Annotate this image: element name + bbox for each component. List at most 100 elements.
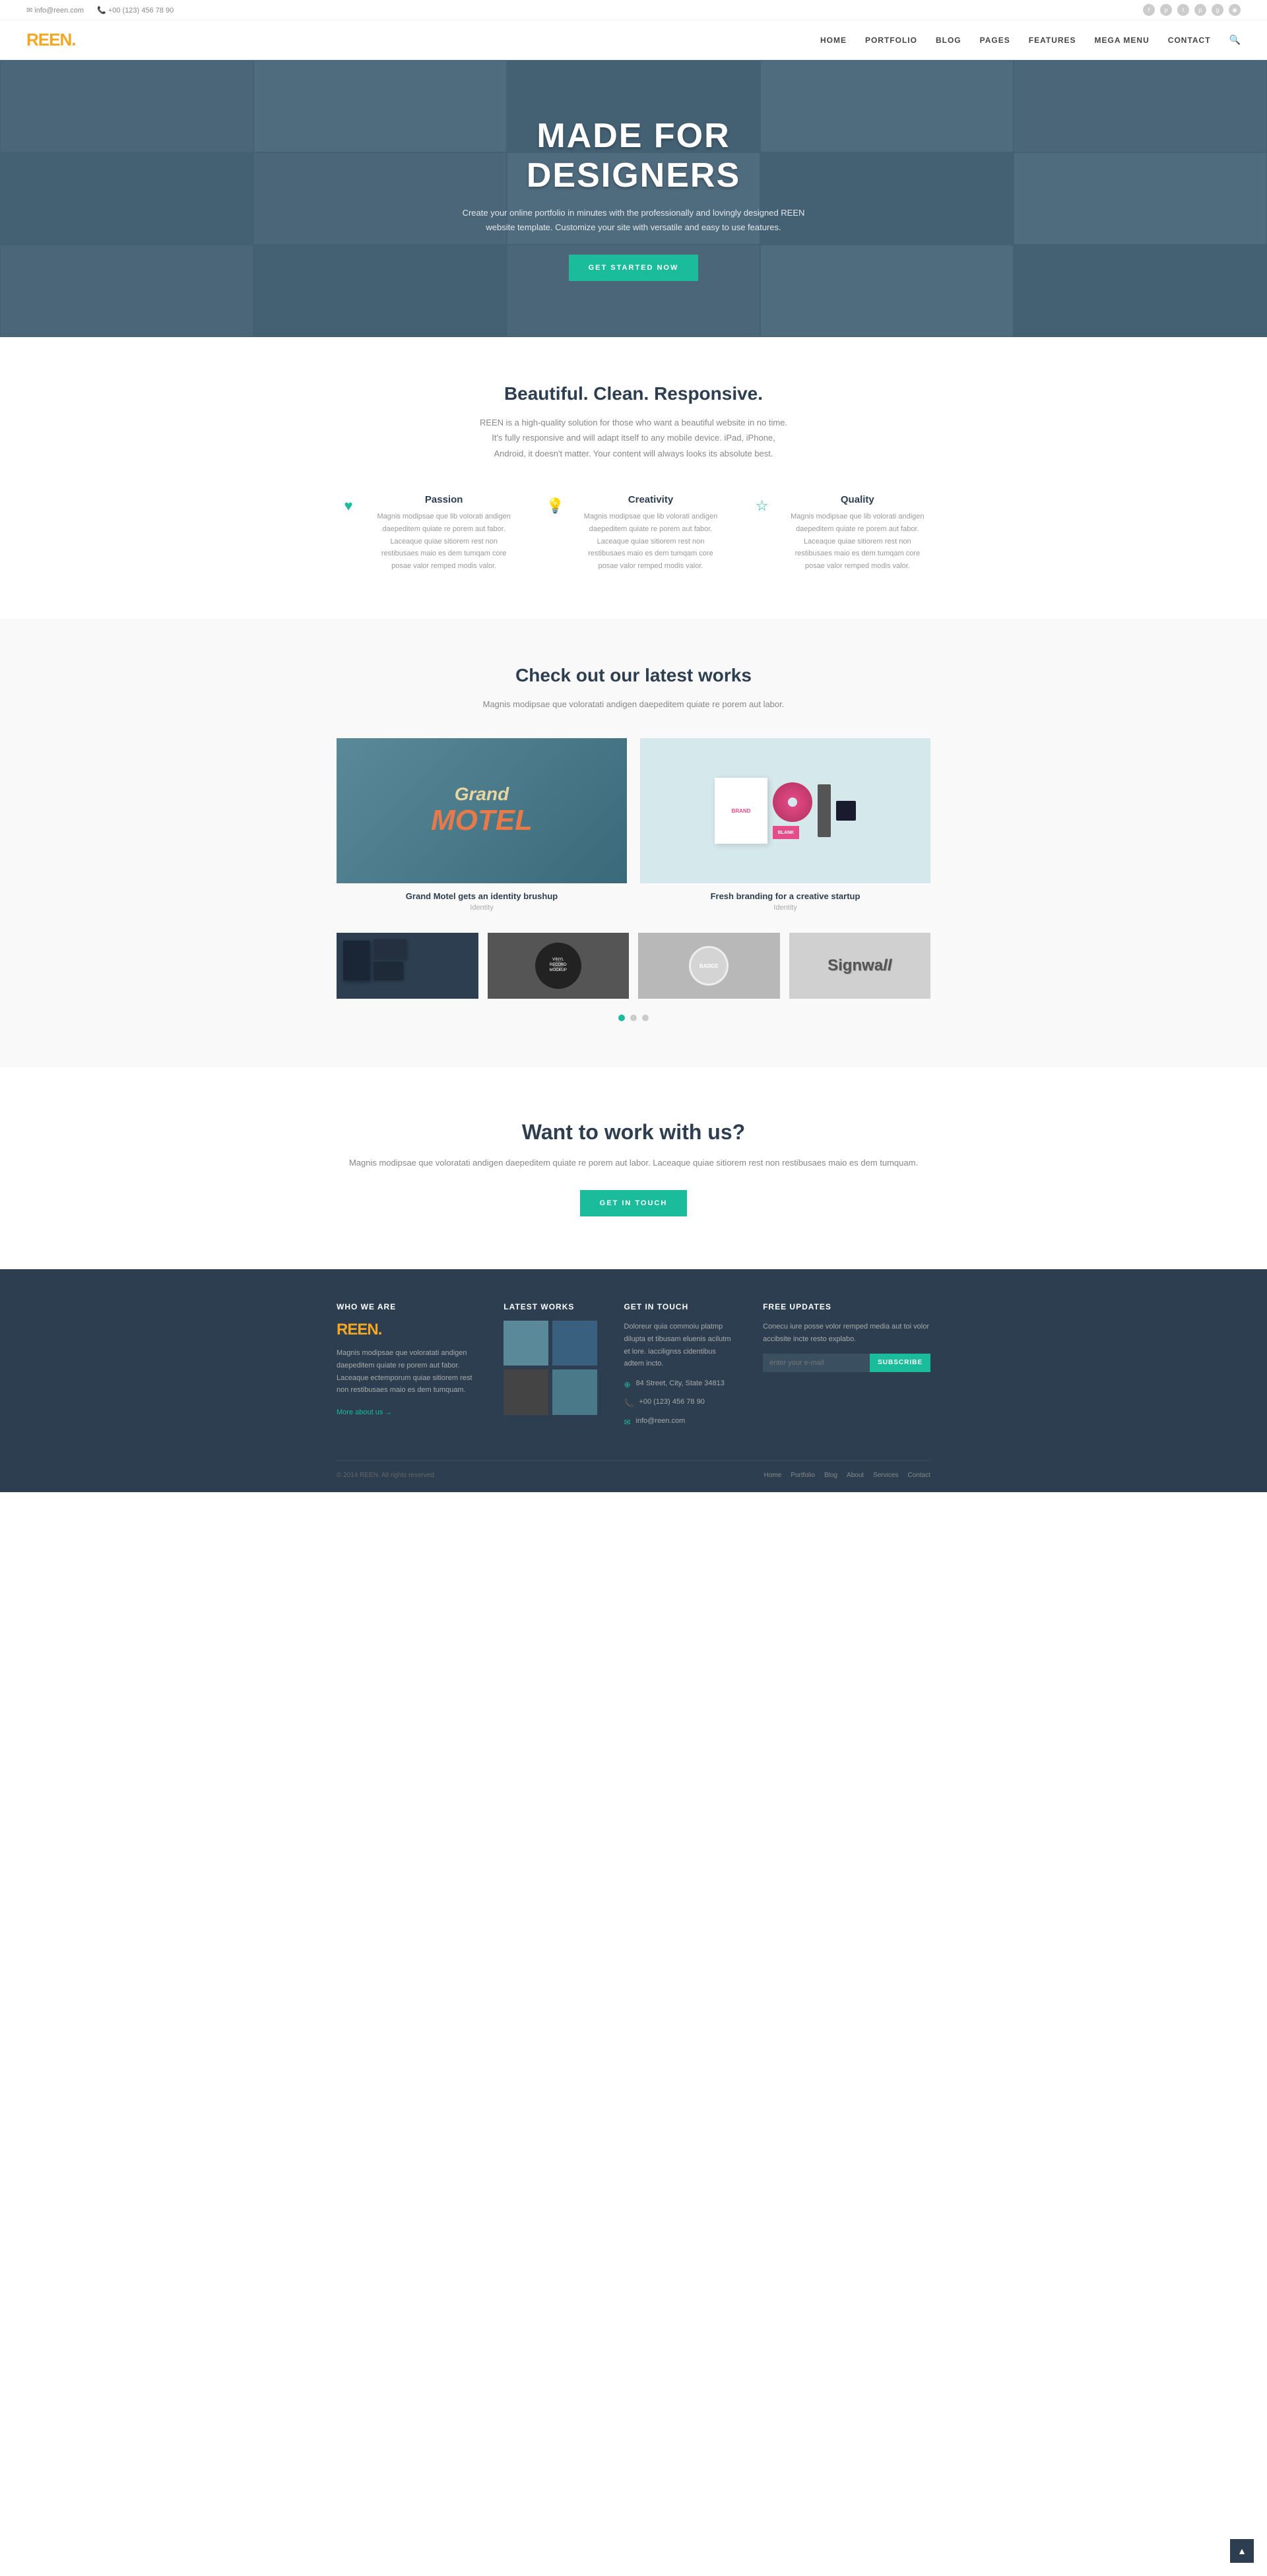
footer-thumb-4[interactable] — [552, 1369, 597, 1414]
feature-quality-title: Quality — [785, 494, 930, 505]
dot-1[interactable] — [618, 1015, 625, 1021]
feature-creativity-content: Creativity Magnis modipsae que lib volor… — [577, 494, 723, 572]
logo-dot: . — [71, 30, 75, 49]
footer-update-text: Conecu iure posse volor remped media aut… — [763, 1321, 930, 1345]
footer-email-icon: ✉ — [624, 1416, 630, 1429]
social-links: f p t p g ◉ — [1143, 4, 1241, 16]
brand-cd-mock — [773, 782, 812, 822]
phone-contact: 📞 +00 (123) 456 78 90 — [97, 6, 174, 15]
dot-3[interactable] — [642, 1015, 649, 1021]
footer-contact-desc: Doloreur quia commoiu platmp dilupta et … — [624, 1321, 736, 1370]
footer-bottom: © 2014 REEN. All rights reserved. Home P… — [337, 1461, 930, 1479]
footer-nav-blog[interactable]: Blog — [824, 1472, 837, 1479]
portfolio-motel-title: Grand Motel gets an identity brushup — [337, 891, 627, 901]
footer-subscribe-form: SUBSCRIBE — [763, 1354, 930, 1372]
feature-creativity-title: Creativity — [577, 494, 723, 505]
portfolio-motel-category: Identity — [337, 904, 627, 912]
vinyl-record: VINYLRECORDMOCKUP — [535, 943, 581, 989]
nav-portfolio[interactable]: PORTFOLIO — [865, 36, 917, 45]
passion-icon: ♥ — [337, 494, 360, 518]
nav-contact[interactable]: CONTACT — [1168, 36, 1211, 45]
footer-logo[interactable]: REEN. — [337, 1321, 477, 1339]
feature-creativity: 💡 Creativity Magnis modipsae que lib vol… — [543, 494, 723, 572]
nav-mega-menu[interactable]: MEGA MENU — [1095, 36, 1150, 45]
top-bar-contact: ✉ info@reen.com 📞 +00 (123) 456 78 90 — [26, 6, 174, 15]
footer-works-grid — [504, 1321, 597, 1414]
twitter-icon[interactable]: t — [1177, 4, 1189, 16]
stat-cards — [374, 939, 406, 980]
hero-section: MADE FOR DESIGNERS Create your online po… — [0, 60, 1267, 337]
facebook-icon[interactable]: f — [1143, 4, 1155, 16]
instagram-icon[interactable]: ◉ — [1229, 4, 1241, 16]
footer-nav-services[interactable]: Services — [873, 1472, 898, 1479]
footer-col-contact: GET IN TOUCH Doloreur quia commoiu platm… — [624, 1302, 736, 1433]
email-contact: ✉ info@reen.com — [26, 6, 84, 15]
stat-book — [343, 941, 370, 980]
portfolio-section: Check out our latest works Magnis modips… — [0, 619, 1267, 1067]
footer-bottom-nav: Home Portfolio Blog About Services Conta… — [764, 1472, 930, 1479]
footer-nav-about[interactable]: About — [847, 1472, 864, 1479]
footer-contact-title: GET IN TOUCH — [624, 1302, 736, 1311]
footer-col-updates: FREE UPDATES Conecu iure posse volor rem… — [763, 1302, 930, 1433]
portfolio-dots — [26, 1015, 1241, 1021]
portfolio-item-brand: BRAND BLANK Fresh branding for a creativ… — [640, 738, 930, 920]
stat-env — [374, 962, 403, 980]
creativity-icon: 💡 — [543, 494, 567, 518]
portfolio-brand-category: Identity — [640, 904, 930, 912]
footer-more-link[interactable]: More about us → — [337, 1408, 392, 1416]
features-title: Beautiful. Clean. Responsive. — [26, 383, 1241, 404]
feature-passion-content: Passion Magnis modipsae que lib volorati… — [371, 494, 517, 572]
site-header: REEN. HOME PORTFOLIO BLOG PAGES FEATURES… — [0, 20, 1267, 60]
portfolio-thumb-signwall[interactable]: Signwall — [789, 933, 931, 999]
portfolio-motel-info: Grand Motel gets an identity brushup Ide… — [337, 883, 627, 920]
footer-nav-home[interactable]: Home — [764, 1472, 782, 1479]
nav-features[interactable]: FEATURES — [1029, 36, 1076, 45]
portfolio-title: Check out our latest works — [26, 665, 1241, 686]
portfolio-thumb-vinyl[interactable]: VINYLRECORDMOCKUP — [488, 933, 630, 999]
cta-title: Want to work with us? — [26, 1120, 1241, 1145]
search-icon[interactable]: 🔍 — [1229, 34, 1241, 46]
footer-nav-portfolio[interactable]: Portfolio — [791, 1472, 815, 1479]
footer-col-about: WHO WE ARE REEN. Magnis modipsae que vol… — [337, 1302, 477, 1433]
feature-passion-text: Magnis modipsae que lib volorati andigen… — [371, 511, 517, 572]
scroll-top-button[interactable]: ▲ — [1230, 2539, 1254, 2563]
footer-about-title: WHO WE ARE — [337, 1302, 477, 1311]
badge-circle: BADGE — [689, 946, 729, 986]
nav-home[interactable]: HOME — [820, 36, 847, 45]
nav-blog[interactable]: BLOG — [936, 36, 961, 45]
pinterest-icon[interactable]: p — [1160, 4, 1172, 16]
feature-creativity-text: Magnis modipsae que lib volorati andigen… — [577, 511, 723, 572]
email-icon: ✉ — [26, 7, 32, 15]
footer-thumb-2[interactable] — [552, 1321, 597, 1366]
hero-title: MADE FOR DESIGNERS — [449, 116, 818, 195]
feature-quality: ☆ Quality Magnis modipsae que lib volora… — [750, 494, 930, 572]
dot-2[interactable] — [630, 1015, 637, 1021]
portfolio-brand-title: Fresh branding for a creative startup — [640, 891, 930, 901]
site-footer: WHO WE ARE REEN. Magnis modipsae que vol… — [0, 1269, 1267, 1492]
portfolio-thumb-stationery[interactable] — [337, 933, 478, 999]
pinterest2-icon[interactable]: p — [1194, 4, 1206, 16]
footer-address: ⊕ 84 Street, City, State 34813 — [624, 1378, 736, 1391]
footer-works-title: LATEST WORKS — [504, 1302, 597, 1311]
sign-text: Signwall — [828, 957, 892, 975]
portfolio-brand-image[interactable]: BRAND BLANK — [640, 738, 930, 883]
plus-icon[interactable]: g — [1212, 4, 1223, 16]
subscribe-button[interactable]: SUBSCRIBE — [870, 1354, 930, 1372]
subscribe-input[interactable] — [763, 1354, 870, 1372]
stationery-mockup — [337, 933, 478, 987]
portfolio-hover-overlay — [337, 738, 627, 883]
footer-nav-contact[interactable]: Contact — [908, 1472, 930, 1479]
site-logo[interactable]: REEN. — [26, 30, 75, 50]
nav-pages[interactable]: PAGES — [980, 36, 1010, 45]
hero-cta-button[interactable]: GET STARTED NOW — [569, 255, 699, 281]
stat-card — [374, 939, 406, 959]
feature-quality-text: Magnis modipsae que lib volorati andigen… — [785, 511, 930, 572]
footer-grid: WHO WE ARE REEN. Magnis modipsae que vol… — [337, 1302, 930, 1433]
footer-thumb-1[interactable] — [504, 1321, 548, 1366]
portfolio-thumb-badge[interactable]: BADGE — [638, 933, 780, 999]
portfolio-motel-image[interactable]: Grand MOTEL — [337, 738, 627, 883]
phone-icon: 📞 — [97, 7, 106, 15]
cta-button[interactable]: GET IN TOUCH — [580, 1190, 688, 1216]
footer-thumb-3[interactable] — [504, 1369, 548, 1414]
portfolio-brand-info: Fresh branding for a creative startup Id… — [640, 883, 930, 920]
